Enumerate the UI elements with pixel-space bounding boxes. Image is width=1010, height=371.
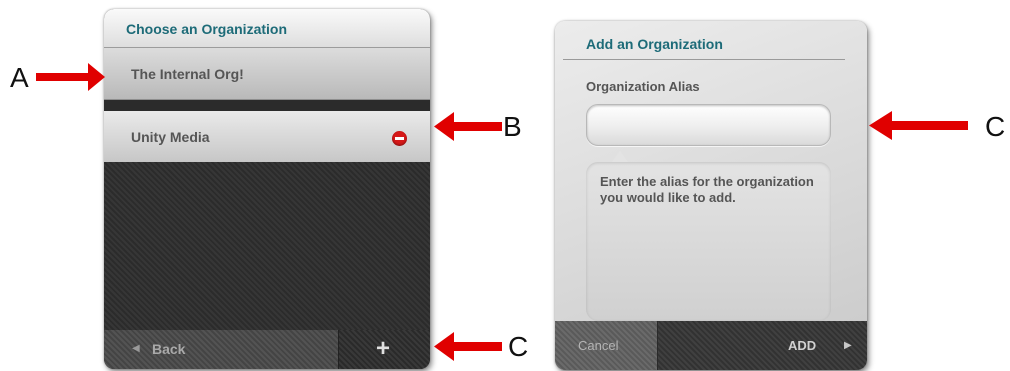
arrow-c-right: [869, 111, 968, 140]
arrow-c-left: [434, 332, 502, 361]
annotation-b: B: [503, 111, 522, 142]
annotation-c-left: C: [508, 331, 529, 362]
annotation-a: A: [10, 62, 29, 93]
arrow-b: [434, 112, 502, 141]
annotation-c-right: C: [985, 111, 1006, 142]
arrow-a: [36, 63, 105, 91]
annotation-arrows: [36, 63, 968, 361]
